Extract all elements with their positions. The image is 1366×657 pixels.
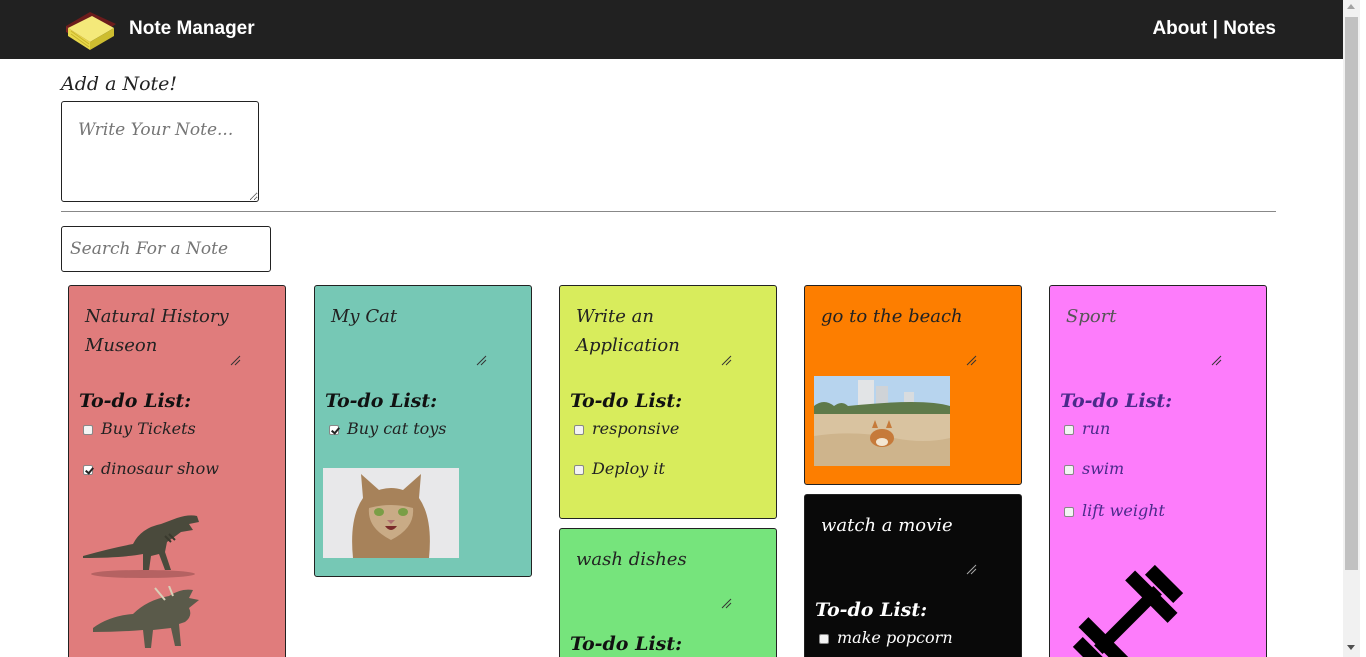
resize-grip-icon[interactable] [229,354,241,366]
scroll-down-arrow-icon[interactable] [1347,645,1355,650]
triceratops-icon [93,586,199,648]
checkbox[interactable] [1064,425,1074,435]
note-title[interactable]: wash dishes [576,545,736,574]
note-card-my-cat[interactable]: My Cat To-do List: Buy cat toys [314,285,532,577]
note-title[interactable]: My Cat [331,302,491,331]
checkbox[interactable] [574,465,584,475]
todo-label: To-do List: [325,390,438,412]
search-input[interactable] [61,226,271,272]
scroll-thumb[interactable] [1345,17,1358,570]
add-note-label: Add a Note! [61,73,178,95]
nav-notes-link[interactable]: Notes [1223,18,1276,39]
todo-text: Deploy it [592,459,665,478]
todo-label: To-do List: [1060,390,1173,412]
note-card-beach[interactable]: go to the beach [804,285,1022,485]
note-card-wash-dishes[interactable]: wash dishes To-do List: [559,528,777,657]
cat-photo [323,468,459,558]
todo-label: To-do List: [79,390,192,412]
scroll-up-arrow-icon[interactable] [1347,4,1355,9]
t-rex-icon [83,515,199,578]
note-title[interactable]: Natural History Museon [85,302,245,360]
todo-label: To-do List: [570,633,683,655]
todo-text: make popcorn [837,628,953,647]
note-title[interactable]: go to the beach [821,302,981,331]
note-title[interactable]: watch a movie [821,511,981,540]
note-title[interactable]: Write an Application [576,302,736,360]
navbar: Note Manager About | Notes [0,0,1343,59]
nav-links: About | Notes [1152,18,1276,40]
note-card-natural-history[interactable]: Natural History Museon To-do List: Buy T… [68,285,286,657]
checkbox[interactable] [1064,507,1074,517]
resize-grip-icon[interactable] [965,354,977,366]
checkbox[interactable] [574,425,584,435]
resize-grip-icon[interactable] [1210,354,1222,366]
todo-text: Buy Tickets [101,419,196,438]
todo-text: dinosaur show [101,459,219,478]
note-card-sport[interactable]: Sport To-do List: run swim lift weight [1049,285,1267,657]
dumbbell-icon [1072,564,1184,657]
note-title[interactable]: Sport [1066,302,1226,331]
todo-text: swim [1082,459,1125,478]
note-card-movie[interactable]: watch a movie To-do List: make popcorn [804,494,1022,657]
checkbox[interactable] [83,425,93,435]
divider [61,211,1276,212]
resize-grip-icon[interactable] [965,563,977,575]
todo-label: To-do List: [570,390,683,412]
todo-text: run [1082,419,1111,438]
todo-label: To-do List: [815,599,928,621]
checkbox-checked[interactable] [329,425,339,435]
todo-text: Buy cat toys [347,419,447,438]
todo-text: responsive [592,419,680,438]
note-textarea[interactable] [61,101,259,202]
checkbox[interactable] [819,634,829,644]
checkbox-checked[interactable] [83,465,93,475]
nav-about-link[interactable]: About [1152,18,1207,39]
resize-grip-icon[interactable] [720,597,732,609]
note-card-write-application[interactable]: Write an Application To-do List: respons… [559,285,777,519]
resize-grip-icon[interactable] [720,354,732,366]
brand-title[interactable]: Note Manager [129,18,255,40]
notebook-logo-icon[interactable] [62,6,118,52]
beach-dog-photo [814,376,950,466]
checkbox[interactable] [1064,465,1074,475]
nav-separator: | [1207,18,1224,39]
todo-text: lift weight [1082,501,1165,520]
resize-grip-icon[interactable] [475,354,487,366]
vertical-scrollbar[interactable] [1343,0,1360,657]
